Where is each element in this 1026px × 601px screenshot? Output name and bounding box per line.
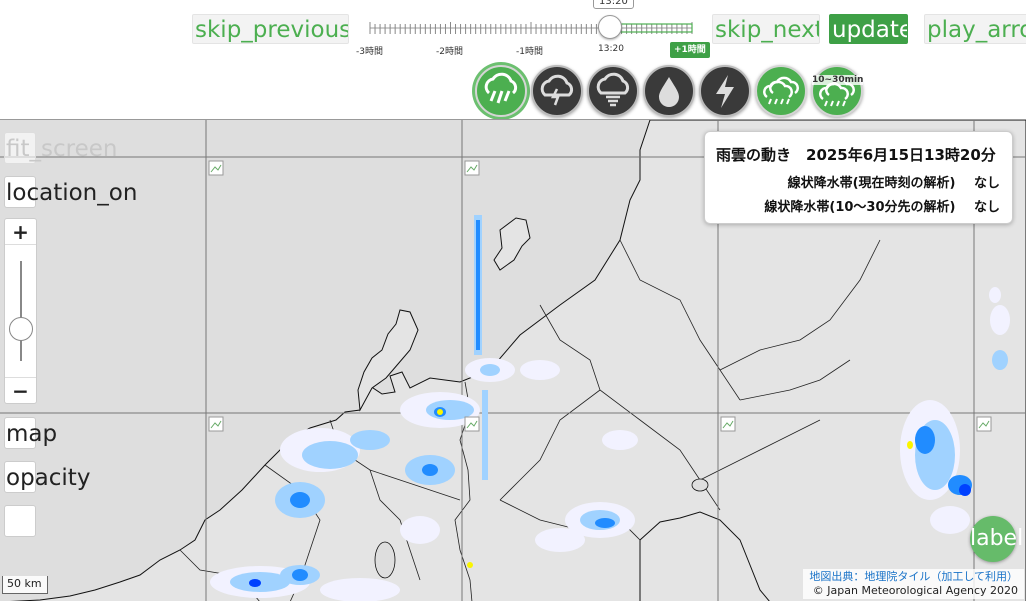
rain-cell [595,518,615,528]
weather-map-app: skip_previous -3時間 -2時間 -1時間 13:20 13:20… [0,0,1026,601]
broken-image-icon [720,416,736,432]
layer-button-thunder-cloud[interactable] [531,65,583,117]
play-button[interactable]: play_arro [924,14,1026,44]
rain-cell [480,364,500,376]
rain-intense-cell [437,409,443,415]
layer-button-lightning[interactable] [699,65,751,117]
slider-time-tooltip: 13:20 [593,0,634,9]
tick-label-minus2h: -2時間 [436,47,463,57]
layer-button-water-drop[interactable] [643,65,695,117]
rain-cell [915,426,935,454]
rain-cell [350,430,390,450]
zoom-out-button[interactable]: − [5,377,36,403]
row-label: 線状降水帯(現在時刻の解析) [787,176,956,191]
row-value: なし [973,176,1000,191]
layer-button-rain-cloud[interactable] [475,65,527,117]
attribution-copyright: © Japan Meteorological Agency 2020 [812,584,1018,597]
broken-image-icon [208,160,224,176]
broken-image-icon [208,416,224,432]
broken-image-icon [464,416,480,432]
location-label: location_on [6,180,138,206]
map-style-label: map [6,421,58,447]
broken-image-icon [976,416,992,432]
rain-cell [959,484,971,496]
rain-cell [249,579,261,587]
rain-intense-cell [467,562,473,568]
zoom-in-button[interactable]: + [5,219,36,245]
rain-cell [992,350,1008,370]
thunder-cloud-icon [540,74,574,106]
fit-screen-label: fit_screen [6,136,118,162]
slider-thumb[interactable] [598,15,622,39]
rain-cell [990,305,1010,335]
tick-label-minus3h: -3時間 [356,47,383,57]
zoom-slider-thumb[interactable] [9,317,33,341]
rain-streak [476,220,480,350]
skip-previous-button[interactable]: skip_previous [192,14,349,44]
fit-screen-button[interactable]: fit_screen [4,132,117,166]
map-style-button[interactable]: map [4,417,57,451]
opacity-button[interactable]: opacity [4,461,90,495]
rain-cell [302,441,358,469]
rain-cell [989,287,1001,303]
tick-label-now: 13:20 [598,44,624,54]
rain-cell [400,516,440,544]
rain-cell [292,569,308,581]
rain-cell [320,578,400,601]
rain-cell [535,528,585,552]
rain-cloud-icon [484,72,518,104]
map-attribution: 地図出典：地理院タイル（加工して利用） © Japan Meteorologic… [803,569,1024,599]
tornado-cloud-icon [596,72,630,107]
rain-cell [602,430,638,450]
water-drop-icon [659,77,679,107]
row-value: なし [973,200,1000,215]
rain-intense-cell [907,441,913,449]
rain-info-panel: 雨雲の動き 2025年6月15日13時20分 線状降水帯(現在時刻の解析) なし… [704,131,1013,224]
lightning-icon [716,75,734,108]
map-view[interactable]: fit_screen location_on + − map opacity 雨… [0,119,1026,601]
attribution-link[interactable]: 地図出典：地理院タイル（加工して利用） [809,570,1018,584]
tick-label-minus1h: -1時間 [516,47,543,57]
rain-cell [930,506,970,534]
linear-rainband-forecast-row: 線状降水帯(10～30分先の解析) なし [764,196,1000,215]
update-button[interactable]: update [829,14,908,44]
label-toggle-button[interactable]: label [970,516,1023,562]
broken-image-icon [464,160,480,176]
opacity-label: opacity [6,465,91,491]
rain-cell [520,360,560,380]
forecast-range-badge[interactable]: +1時間 [670,42,710,58]
location-button[interactable]: location_on [4,176,137,210]
layer-button-tornado-cloud[interactable] [587,65,639,117]
scale-bar: 50 km [2,576,48,594]
layer-button-linear-rainband[interactable] [755,65,807,117]
rain-cell [422,464,438,476]
skip-next-button[interactable]: skip_next [712,14,820,44]
row-label: 線状降水帯(10～30分先の解析) [764,200,956,215]
layer-button-linear-rainband-forecast[interactable] [811,65,863,117]
info-panel-title: 雨雲の動き 2025年6月15日13時20分 [716,146,996,164]
linear-rainband-icon [763,76,799,105]
rain-cell [290,492,310,508]
zoom-slider-track[interactable] [20,261,22,361]
forecast-minutes-badge: 10~30min [812,75,864,85]
zoom-control: + − [4,218,37,404]
linear-rainband-now-row: 線状降水帯(現在時刻の解析) なし [788,172,1000,191]
time-slider[interactable]: -3時間 -2時間 -1時間 13:20 13:20 +1時間 [356,0,712,60]
rain-streak [482,390,488,480]
